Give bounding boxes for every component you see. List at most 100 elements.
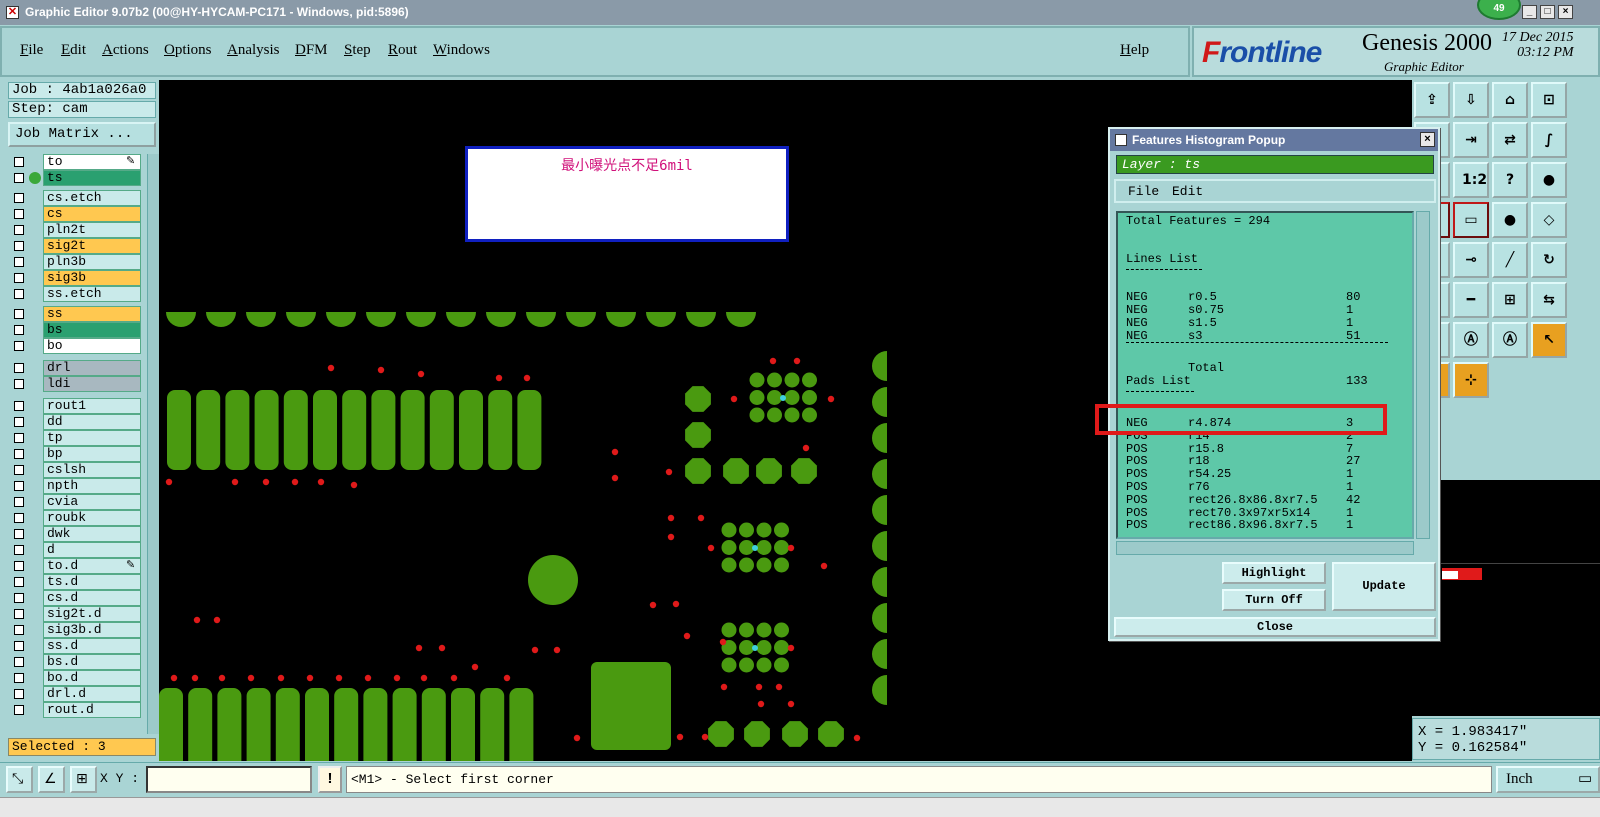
layer-row[interactable]: ts.d xyxy=(8,574,144,590)
menu-file[interactable]: File xyxy=(20,42,43,59)
angle-icon[interactable]: ∠ xyxy=(38,766,65,793)
layer-row[interactable]: bo.d xyxy=(8,670,144,686)
layer-checkbox[interactable] xyxy=(14,705,24,715)
layer-row[interactable]: bo xyxy=(8,338,144,354)
layer-row[interactable]: bs.d xyxy=(8,654,144,670)
layer-name[interactable]: rout.d xyxy=(43,702,141,718)
highlight-button[interactable]: Highlight xyxy=(1222,562,1326,584)
measure-icon[interactable]: ▭ xyxy=(1453,202,1489,238)
layer-checkbox[interactable] xyxy=(14,577,24,587)
layer-name[interactable]: cslsh xyxy=(43,462,141,478)
layer-name[interactable]: ts.d xyxy=(43,574,141,590)
layer-checkbox[interactable] xyxy=(14,513,24,523)
layer-name[interactable]: dd xyxy=(43,414,141,430)
layer-name[interactable]: sig3b xyxy=(43,270,141,286)
menu-analysis[interactable]: Analysis xyxy=(227,42,280,59)
layer-row[interactable]: bp xyxy=(8,446,144,462)
layer-name[interactable]: cvia xyxy=(43,494,141,510)
layer-checkbox[interactable] xyxy=(14,449,24,459)
histogram-list[interactable]: Total Features = 294 Lines List Total 13… xyxy=(1116,211,1414,539)
select-icon[interactable]: ↖ xyxy=(1531,322,1567,358)
polygon-icon[interactable]: ◇ xyxy=(1531,202,1567,238)
xy-input[interactable] xyxy=(146,766,312,793)
layer-name[interactable]: ss.etch xyxy=(43,286,141,302)
layer-name[interactable]: bp xyxy=(43,446,141,462)
update-button[interactable]: Update xyxy=(1332,562,1436,611)
layer-name[interactable]: sig3b.d xyxy=(43,622,141,638)
connect-icon[interactable]: ⊸ xyxy=(1453,242,1489,278)
menu-windows[interactable]: Windows xyxy=(433,42,490,59)
histogram-horizontal-scrollbar[interactable] xyxy=(1116,541,1414,555)
scale-icon[interactable]: 1:2 xyxy=(1453,162,1489,198)
layer-row[interactable]: bs xyxy=(8,322,144,338)
layer-list-scrollbar[interactable] xyxy=(147,154,159,734)
layer-checkbox[interactable] xyxy=(14,433,24,443)
layer-row[interactable]: drl.d xyxy=(8,686,144,702)
transfer-icon[interactable]: ⇆ xyxy=(1531,282,1567,318)
center-icon[interactable]: ⊞ xyxy=(1492,282,1528,318)
import-icon[interactable]: ⇪ xyxy=(1414,82,1450,118)
layer-row[interactable]: dwk xyxy=(8,526,144,542)
minimap[interactable] xyxy=(1412,480,1600,716)
layer-row[interactable]: roubk xyxy=(8,510,144,526)
export-icon[interactable]: ⇩ xyxy=(1453,82,1489,118)
layer-row[interactable]: sig2t.d xyxy=(8,606,144,622)
circle-icon[interactable]: ● xyxy=(1492,202,1528,238)
layer-checkbox[interactable] xyxy=(14,593,24,603)
layer-row[interactable]: cs.etch xyxy=(8,190,144,206)
arch2-icon[interactable]: Ⓐ xyxy=(1453,322,1489,358)
popup-close-icon[interactable]: × xyxy=(1420,132,1435,147)
layer-checkbox[interactable] xyxy=(14,641,24,651)
layer-name[interactable]: pln3b xyxy=(43,254,141,270)
layer-checkbox[interactable] xyxy=(14,209,24,219)
layer-row[interactable]: sig2t xyxy=(8,238,144,254)
close-window-button[interactable]: × xyxy=(1558,5,1573,19)
layer-checkbox[interactable] xyxy=(14,673,24,683)
layer-name[interactable]: ldi xyxy=(43,376,141,392)
layer-checkbox[interactable] xyxy=(14,325,24,335)
layer-checkbox[interactable] xyxy=(14,241,24,251)
layer-checkbox[interactable] xyxy=(14,481,24,491)
turn-off-button[interactable]: Turn Off xyxy=(1222,589,1326,611)
move-icon[interactable]: ⇥ xyxy=(1453,122,1489,158)
pad-icon[interactable]: ● xyxy=(1531,162,1567,198)
layer-checkbox[interactable] xyxy=(14,529,24,539)
layer-name[interactable]: tp xyxy=(43,430,141,446)
grid-icon[interactable]: ⊞ xyxy=(70,766,97,793)
layer-row[interactable]: ldi xyxy=(8,376,144,392)
layer-checkbox[interactable] xyxy=(14,561,24,571)
layer-name[interactable]: ts xyxy=(43,170,141,186)
layer-checkbox[interactable] xyxy=(14,401,24,411)
layer-name[interactable]: sig2t.d xyxy=(43,606,141,622)
arch3-icon[interactable]: Ⓐ xyxy=(1492,322,1528,358)
layer-row[interactable]: to.d ✎ xyxy=(8,558,144,574)
menu-help[interactable]: Help xyxy=(1120,42,1149,59)
arc-icon[interactable]: ↻ xyxy=(1531,242,1567,278)
layer-row[interactable]: sig3b.d xyxy=(8,622,144,638)
layer-checkbox[interactable] xyxy=(14,289,24,299)
layer-row[interactable]: cs.d xyxy=(8,590,144,606)
layer-row[interactable]: rout.d xyxy=(8,702,144,718)
layer-name[interactable]: pln2t xyxy=(43,222,141,238)
menu-actions[interactable]: Actions xyxy=(102,42,149,59)
layer-row[interactable]: cvia xyxy=(8,494,144,510)
layer-row[interactable]: cslsh xyxy=(8,462,144,478)
warning-icon[interactable]: ! xyxy=(318,766,342,793)
line-icon[interactable]: ╱ xyxy=(1492,242,1528,278)
layer-row[interactable]: sig3b xyxy=(8,270,144,286)
s-curve-icon[interactable]: ∫ xyxy=(1531,122,1567,158)
layer-row[interactable]: d xyxy=(8,542,144,558)
layer-name[interactable]: roubk xyxy=(43,510,141,526)
layer-row[interactable]: ts xyxy=(8,170,144,186)
layer-name[interactable]: dwk xyxy=(43,526,141,542)
menu-options[interactable]: Options xyxy=(164,42,212,59)
notification-badge[interactable]: 49 xyxy=(1477,0,1521,20)
layer-row[interactable]: pln2t xyxy=(8,222,144,238)
layer-name[interactable]: drl xyxy=(43,360,141,376)
layer-checkbox[interactable] xyxy=(14,689,24,699)
layer-checkbox[interactable] xyxy=(14,609,24,619)
layer-name[interactable]: cs xyxy=(43,206,141,222)
layer-row[interactable]: drl xyxy=(8,360,144,376)
layer-name[interactable]: cs.etch xyxy=(43,190,141,206)
close-button[interactable]: Close xyxy=(1114,617,1436,637)
